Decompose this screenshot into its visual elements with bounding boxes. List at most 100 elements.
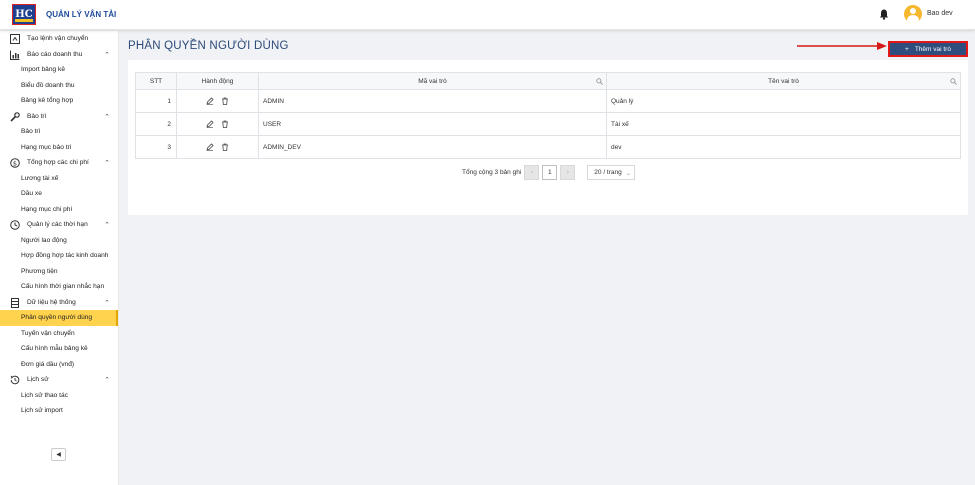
cell-role-code: USER xyxy=(258,112,607,136)
sidebar-group-label: Dữ liệu hệ thống xyxy=(27,298,76,306)
search-icon[interactable] xyxy=(950,78,957,85)
sidebar-group-deadlines[interactable]: Quản lý các thời hạn ⌃ xyxy=(0,217,118,233)
page-number-button[interactable]: 1 xyxy=(542,165,558,180)
roles-table: STT Hành động Mã vai trò Tên vai trò 1 A… xyxy=(135,72,961,159)
sidebar-group-history[interactable]: Lịch sử ⌃ xyxy=(0,372,118,388)
add-role-label: Thêm vai trò xyxy=(914,45,951,53)
next-page-button[interactable]: › xyxy=(560,165,576,180)
page-title: PHÂN QUYỀN NGƯỜI DÙNG xyxy=(128,40,289,52)
sidebar-item-label: Hạng mục bảo trì xyxy=(21,143,72,151)
sidebar-item-label: Tạo lệnh vận chuyển xyxy=(27,35,89,43)
sidebar-item-template-config[interactable]: Cấu hình mẫu bảng kê xyxy=(0,341,118,357)
content-card: STT Hành động Mã vai trò Tên vai trò 1 A… xyxy=(128,60,968,215)
sidebar-item-label: Lịch sử import xyxy=(21,407,63,415)
sidebar-item-label: Phân quyền người dùng xyxy=(21,314,93,322)
sidebar-item-cost-category[interactable]: Hạng mục chi phí xyxy=(0,202,118,218)
chevron-up-icon: ⌃ xyxy=(104,160,110,167)
sidebar-item-revenue-chart[interactable]: Biểu đồ doanh thu xyxy=(0,78,118,94)
bell-icon[interactable] xyxy=(879,9,889,20)
sidebar-item-label: Cấu hình mẫu bảng kê xyxy=(21,345,88,353)
cell-role-code: ADMIN xyxy=(258,89,607,113)
sidebar-item-reminder-config[interactable]: Cấu hình thời gian nhắc hạn xyxy=(0,279,118,295)
sidebar: Tạo lệnh vận chuyển Báo cáo doanh thu ⌃ … xyxy=(0,31,119,485)
dollar-icon: $ xyxy=(10,158,20,168)
app-title: QUẢN LÝ VẬN TẢI xyxy=(46,10,117,19)
sidebar-item-create-order[interactable]: Tạo lệnh vận chuyển xyxy=(0,31,118,47)
chevron-up-icon: ⌃ xyxy=(104,51,110,59)
column-header-role-code: Mã vai trò xyxy=(258,72,607,90)
column-label: STT xyxy=(149,77,163,85)
column-header-actions: Hành động xyxy=(176,72,259,90)
sidebar-item-maintenance[interactable]: Bảo trì xyxy=(0,124,118,140)
pagination-total: Tổng cộng 3 bản ghi xyxy=(462,169,522,176)
history-icon xyxy=(10,375,20,385)
sidebar-item-label: Phương tiện xyxy=(21,267,58,275)
table-row: 3 ADMIN_DEV dev xyxy=(135,135,961,159)
edit-icon[interactable] xyxy=(206,120,214,128)
cell-stt: 3 xyxy=(135,135,177,159)
sidebar-item-fuel[interactable]: Dầu xe xyxy=(0,186,118,202)
page-size-value: 20 / trang xyxy=(594,169,622,176)
table-row: 1 ADMIN Quản lý xyxy=(135,89,961,113)
sidebar-item-workers[interactable]: Người lao động xyxy=(0,233,118,249)
add-role-button[interactable]: + Thêm vai trò xyxy=(888,41,968,57)
sidebar-item-label: Lịch sử thao tác xyxy=(21,391,68,399)
caret-left-icon: ◀ xyxy=(56,452,61,458)
sidebar-item-vehicles[interactable]: Phương tiện xyxy=(0,264,118,280)
sidebar-item-user-permissions[interactable]: Phân quyền người dùng xyxy=(0,310,118,326)
sidebar-group-revenue[interactable]: Báo cáo doanh thu ⌃ xyxy=(0,47,118,63)
database-icon xyxy=(11,297,19,308)
sidebar-item-driver-salary[interactable]: Lương tài xế xyxy=(0,171,118,187)
sidebar-item-label: Import bảng kê xyxy=(21,66,65,74)
chevron-up-icon: ⌃ xyxy=(104,113,110,121)
sidebar-group-maintenance[interactable]: Bảo trì ⌃ xyxy=(0,109,118,125)
sidebar-item-label: Lương tài xế xyxy=(21,174,59,182)
create-order-icon xyxy=(10,34,20,44)
sidebar-item-maintenance-category[interactable]: Hạng mục bảo trì xyxy=(0,140,118,156)
arrow-annotation-icon xyxy=(797,42,887,50)
page-size-select[interactable]: 20 / trang ⌄ xyxy=(587,165,636,180)
sidebar-item-label: Biểu đồ doanh thu xyxy=(21,81,75,89)
chevron-down-icon: ⌄ xyxy=(625,169,632,177)
edit-icon[interactable] xyxy=(206,143,214,151)
chevron-up-icon: ⌃ xyxy=(104,377,110,384)
sidebar-item-fuel-price[interactable]: Đơn giá dầu (vnđ) xyxy=(0,357,118,373)
sidebar-item-summary[interactable]: Bảng kê tổng hợp xyxy=(0,93,118,109)
collapse-sidebar-button[interactable]: ◀ xyxy=(51,448,66,461)
cell-actions xyxy=(176,112,259,136)
sidebar-item-label: Dầu xe xyxy=(21,190,42,198)
delete-icon[interactable] xyxy=(221,97,229,105)
wrench-icon xyxy=(10,111,20,122)
sidebar-group-label: Bảo trì xyxy=(27,112,47,120)
username[interactable]: Bao dev xyxy=(927,10,953,17)
sidebar-item-label: Bảo trì xyxy=(21,128,41,136)
delete-icon[interactable] xyxy=(221,143,229,151)
sidebar-item-import-bang-ke[interactable]: Import bảng kê xyxy=(0,62,118,78)
cell-actions xyxy=(176,135,259,159)
sidebar-item-label: Hạng mục chi phí xyxy=(21,205,73,213)
pagination: Tổng cộng 3 bản ghi ‹ 1 › 20 / trang ⌄ xyxy=(462,165,636,180)
sidebar-item-import-history[interactable]: Lịch sử import xyxy=(0,403,118,419)
cell-stt: 1 xyxy=(135,89,177,113)
sidebar-item-business-contract[interactable]: Hợp đồng hợp tác kinh doanh xyxy=(0,248,118,264)
prev-page-button[interactable]: ‹ xyxy=(524,165,540,180)
sidebar-item-action-history[interactable]: Lịch sử thao tác xyxy=(0,388,118,404)
column-label: Hành động xyxy=(201,77,234,85)
sidebar-item-label: Bảng kê tổng hợp xyxy=(21,97,74,105)
sidebar-item-label: Cấu hình thời gian nhắc hạn xyxy=(21,283,105,291)
search-icon[interactable] xyxy=(596,78,603,85)
edit-icon[interactable] xyxy=(206,97,214,105)
sidebar-item-routes[interactable]: Tuyến vận chuyển xyxy=(0,326,118,342)
column-label: Mã vai trò xyxy=(418,77,447,85)
svg-text:$: $ xyxy=(13,159,17,167)
cell-role-name: Quản lý xyxy=(606,89,961,113)
chevron-up-icon: ⌃ xyxy=(104,299,110,307)
column-header-stt: STT xyxy=(135,72,177,90)
sidebar-group-system-data[interactable]: Dữ liệu hệ thống ⌃ xyxy=(0,295,118,311)
clock-icon xyxy=(10,220,20,230)
avatar[interactable] xyxy=(904,5,922,23)
delete-icon[interactable] xyxy=(221,120,229,128)
company-logo[interactable]: HC xyxy=(12,4,36,25)
sidebar-group-label: Lịch sử xyxy=(27,376,49,384)
sidebar-group-costs[interactable]: $ Tổng hợp các chi phí ⌃ xyxy=(0,155,118,171)
